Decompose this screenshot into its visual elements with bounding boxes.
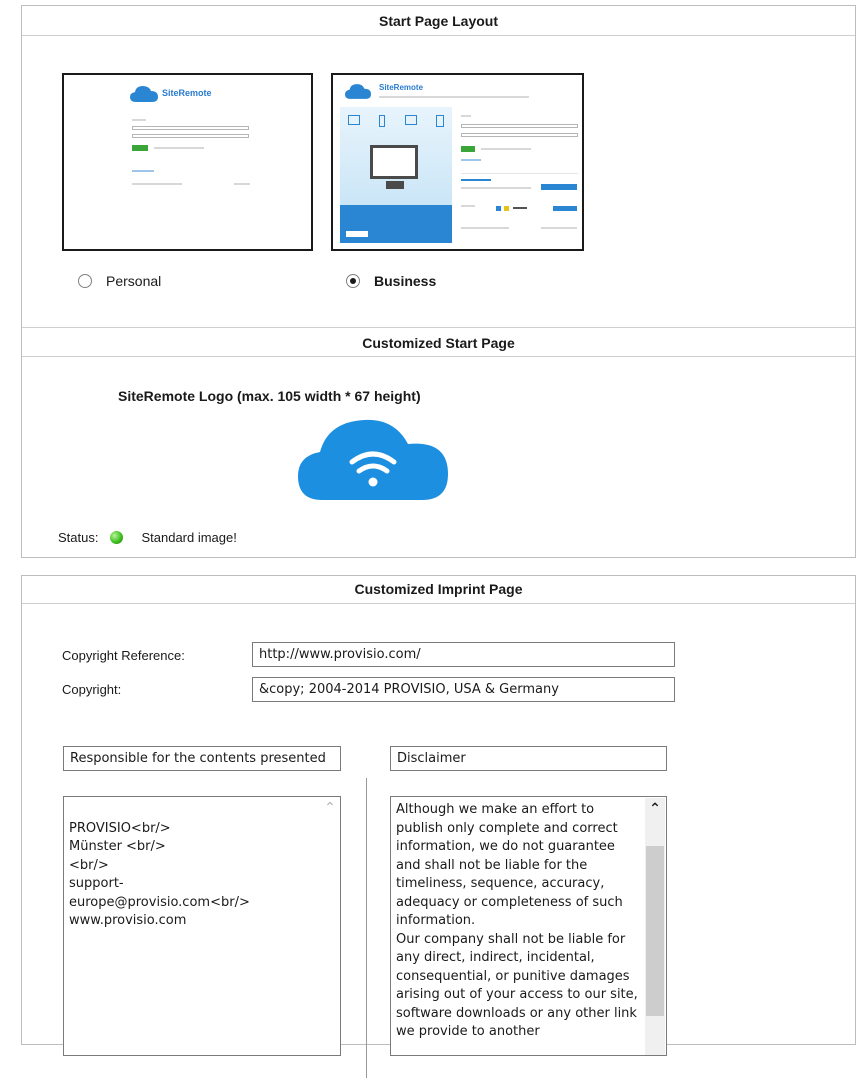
scroll-up-icon[interactable]: ⌃ bbox=[645, 798, 665, 820]
scroll-thumb[interactable] bbox=[646, 846, 664, 1016]
mini-footer-link bbox=[234, 183, 250, 185]
mini-device-icons bbox=[348, 115, 444, 127]
status-indicator-icon bbox=[110, 531, 124, 544]
customized-start-page-header: Customized Start Page bbox=[22, 327, 855, 357]
status-label: Status: bbox=[58, 530, 99, 545]
mini-badge bbox=[504, 206, 509, 211]
mini-action-button bbox=[553, 206, 577, 211]
mini-label bbox=[132, 119, 146, 121]
imprint-panel: Customized Imprint Page Copyright Refere… bbox=[21, 575, 856, 1078]
wifi-cloud-icon[interactable] bbox=[298, 414, 448, 502]
business-layout-thumbnail[interactable]: SiteRemote bbox=[331, 73, 584, 251]
responsible-title-input[interactable]: Responsible for the contents presented bbox=[63, 746, 341, 771]
mini-monitor bbox=[370, 145, 418, 179]
mini-monitor-stand bbox=[386, 181, 404, 189]
copyright-input[interactable]: &copy; 2004-2014 PROVISIO, USA & Germany bbox=[252, 677, 675, 702]
mini-username-field bbox=[461, 124, 578, 128]
personal-layout-thumbnail[interactable]: SiteRemote bbox=[62, 73, 313, 251]
mini-text bbox=[513, 207, 527, 209]
scroll-up-icon[interactable]: ⌃ bbox=[320, 797, 340, 819]
responsible-text: PROVISIO<br/> Münster <br/> <br/> suppor… bbox=[69, 820, 250, 929]
mini-link bbox=[132, 170, 154, 172]
mini-footer-text bbox=[132, 183, 182, 185]
start-page-panel: Start Page Layout SiteRemote SiteRemote bbox=[21, 5, 856, 558]
logo-caption: SiteRemote Logo (max. 105 width * 67 hei… bbox=[118, 388, 421, 404]
mini-brand-text: SiteRemote bbox=[162, 88, 212, 98]
mini-login-button bbox=[132, 145, 148, 151]
status-row: Status: Standard image! bbox=[58, 530, 237, 545]
mini-password-field bbox=[132, 134, 249, 138]
start-page-layout-header: Start Page Layout bbox=[22, 6, 855, 36]
mini-footer-link bbox=[541, 227, 577, 229]
copyright-reference-label: Copyright Reference: bbox=[62, 648, 185, 663]
cloud-logo-icon bbox=[345, 84, 371, 99]
mini-label bbox=[461, 115, 471, 117]
responsible-textarea[interactable]: PROVISIO<br/> Münster <br/> <br/> suppor… bbox=[63, 796, 341, 1056]
mini-action-button bbox=[541, 184, 577, 190]
mini-text bbox=[461, 205, 475, 207]
mini-login-button bbox=[461, 146, 475, 152]
personal-radio-label: Personal bbox=[106, 273, 162, 289]
business-radio-label: Business bbox=[374, 273, 437, 289]
disclaimer-scrollbar[interactable]: ⌃ bbox=[645, 798, 665, 1055]
mini-badge bbox=[496, 206, 501, 211]
mini-brand-text: SiteRemote bbox=[379, 83, 424, 92]
mini-remember-text bbox=[481, 148, 531, 150]
radio-circle[interactable] bbox=[78, 274, 92, 288]
status-text: Standard image! bbox=[141, 530, 237, 545]
mini-password-field bbox=[461, 133, 578, 137]
copyright-label: Copyright: bbox=[62, 682, 122, 697]
mini-footer-text bbox=[461, 227, 509, 229]
cloud-logo-icon bbox=[130, 86, 158, 102]
business-radio[interactable]: Business bbox=[346, 273, 436, 289]
radio-circle-selected[interactable] bbox=[346, 274, 360, 288]
disclaimer-title-input[interactable]: Disclaimer bbox=[390, 746, 667, 771]
mini-section-title bbox=[461, 179, 491, 181]
mini-text bbox=[461, 187, 531, 189]
disclaimer-text: Although we make an effort to publish on… bbox=[396, 802, 638, 1039]
copyright-reference-input[interactable]: http://www.provisio.com/ bbox=[252, 642, 675, 667]
disclaimer-textarea[interactable]: Although we make an effort to publish on… bbox=[390, 796, 667, 1056]
mini-link bbox=[461, 159, 481, 161]
mini-hero-banner bbox=[340, 205, 452, 243]
mini-remember-text bbox=[154, 147, 204, 149]
mini-separator bbox=[461, 173, 578, 174]
mini-tagline bbox=[379, 96, 529, 98]
mini-hero-image bbox=[340, 107, 452, 243]
customized-imprint-page-header: Customized Imprint Page bbox=[22, 576, 855, 604]
column-divider bbox=[366, 778, 367, 1078]
mini-username-field bbox=[132, 126, 249, 130]
personal-radio[interactable]: Personal bbox=[78, 273, 161, 289]
